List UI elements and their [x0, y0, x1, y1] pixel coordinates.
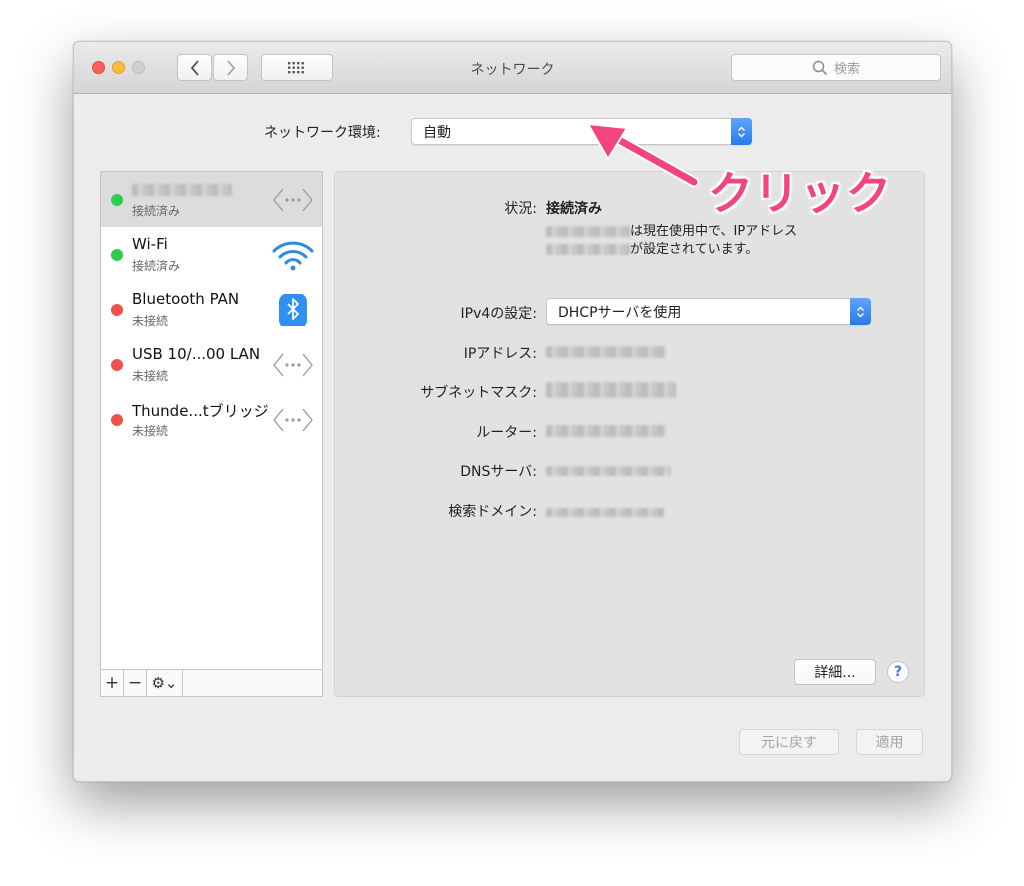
- ip-address-label: IPアドレス:: [463, 346, 537, 362]
- popup-stepper-icon: [731, 118, 752, 145]
- network-preferences-window: ネットワーク 検索 ネットワーク環境: 自動 接続済み Wi-Fi 接続済み B…: [73, 41, 952, 782]
- service-detail-panel: 状況: 接続済み は現在使用中で、IPアドレス が設定されています。 IPv4の…: [334, 171, 925, 697]
- dns-server-value-redacted: [546, 464, 671, 480]
- wifi-icon: [272, 241, 314, 271]
- service-item-thunderbolt-bridge[interactable]: Thunde...tブリッジ 未接続: [101, 392, 322, 447]
- router-label: ルーター:: [476, 425, 537, 441]
- service-name: Thunde...tブリッジ: [132, 402, 269, 420]
- subnet-mask-value-redacted: [546, 382, 676, 402]
- remove-service-button[interactable]: −: [124, 670, 147, 696]
- status-desc-line2: が設定されています。: [630, 242, 759, 257]
- ethernet-icon: [273, 188, 313, 212]
- status-description: は現在使用中で、IPアドレス が設定されています。: [546, 223, 797, 259]
- help-button[interactable]: ?: [887, 661, 909, 683]
- ipv4-value: DHCPサーバを使用: [558, 304, 682, 321]
- ipv4-label: IPv4の設定:: [460, 306, 537, 322]
- ip-address-value-redacted: [546, 346, 666, 362]
- dns-server-label: DNSサーバ:: [460, 464, 537, 480]
- advanced-button[interactable]: 詳細...: [794, 659, 876, 685]
- service-status: 未接続: [132, 424, 169, 438]
- service-item-ethernet[interactable]: 接続済み: [101, 172, 322, 227]
- service-list: 接続済み Wi-Fi 接続済み Bluetooth PAN 未接続 USB 10…: [100, 171, 323, 697]
- status-dot-connected: [111, 194, 123, 206]
- service-list-toolbar: + − ⚙︎⌄: [101, 669, 322, 696]
- annotation-arrow-icon: [587, 123, 700, 188]
- service-name: Wi-Fi: [132, 235, 168, 253]
- search-placeholder: 検索: [833, 62, 860, 77]
- service-status: 接続済み: [132, 259, 181, 273]
- popup-stepper-icon: [850, 298, 871, 325]
- service-item-wifi[interactable]: Wi-Fi 接続済み: [101, 227, 322, 282]
- ethernet-icon: [273, 353, 313, 377]
- gear-icon: ⚙︎⌄: [151, 674, 178, 692]
- service-item-bluetooth-pan[interactable]: Bluetooth PAN 未接続: [101, 282, 322, 337]
- service-status: 未接続: [132, 369, 169, 383]
- service-name-redacted: [132, 180, 232, 200]
- service-status: 未接続: [132, 314, 169, 328]
- gear-menu-button[interactable]: ⚙︎⌄: [147, 670, 183, 696]
- ethernet-icon: [273, 408, 313, 432]
- search-field[interactable]: 検索: [731, 54, 941, 81]
- search-domain-value-redacted: [546, 505, 664, 521]
- subnet-mask-label: サブネットマスク:: [420, 385, 537, 401]
- add-service-button[interactable]: +: [101, 670, 124, 696]
- revert-button[interactable]: 元に戻す: [739, 729, 839, 755]
- status-dot-disconnected: [111, 359, 123, 371]
- service-name: USB 10/...00 LAN: [132, 345, 261, 363]
- search-domain-label: 検索ドメイン:: [448, 504, 537, 520]
- status-desc-line1: は現在使用中で、IPアドレス: [630, 224, 798, 239]
- service-item-usb-lan[interactable]: USB 10/...00 LAN 未接続: [101, 337, 322, 392]
- router-value-redacted: [546, 425, 666, 441]
- bluetooth-icon: [279, 294, 307, 326]
- status-label: 状況:: [504, 201, 537, 217]
- status-dot-connected: [111, 249, 123, 261]
- location-label: ネットワーク環境:: [264, 125, 381, 141]
- status-dot-disconnected: [111, 414, 123, 426]
- title-bar: ネットワーク 検索: [74, 42, 951, 94]
- location-value: 自動: [423, 124, 451, 141]
- ipv4-config-popup[interactable]: DHCPサーバを使用: [546, 298, 871, 325]
- magnifier-icon: [812, 60, 828, 75]
- status-dot-disconnected: [111, 304, 123, 316]
- service-status: 接続済み: [132, 204, 181, 218]
- apply-button[interactable]: 適用: [856, 729, 923, 755]
- annotation-click-label: クリック: [708, 167, 893, 220]
- service-name: Bluetooth PAN: [132, 290, 240, 308]
